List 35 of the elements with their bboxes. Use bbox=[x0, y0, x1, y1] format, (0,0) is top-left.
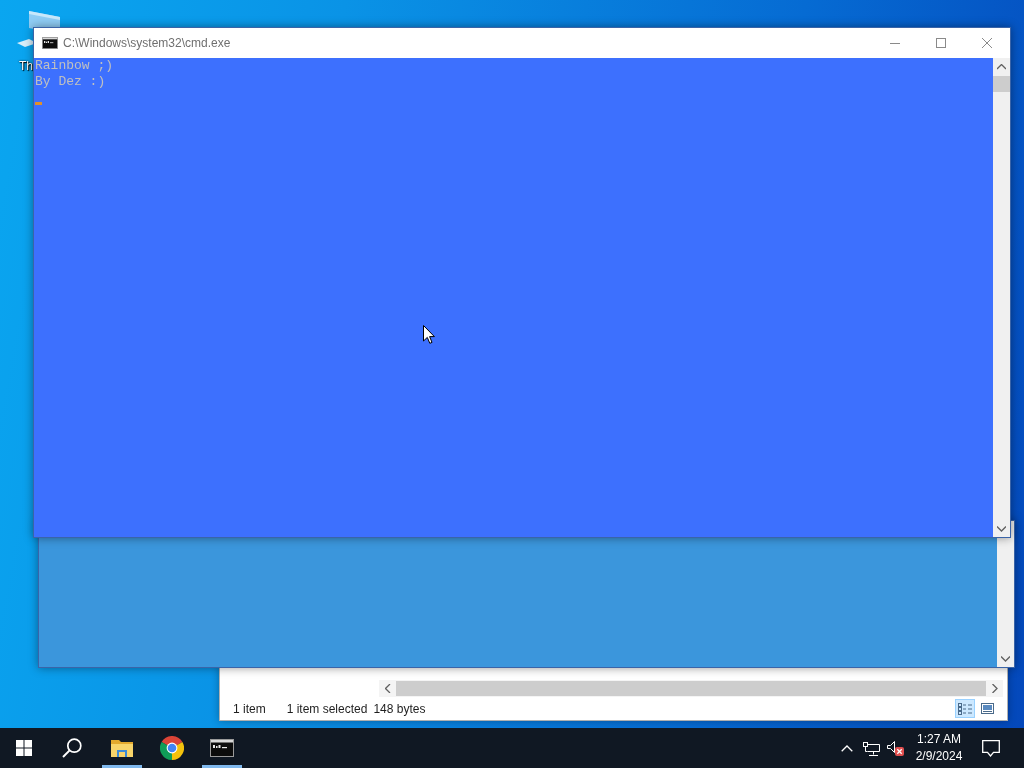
view-button[interactable] bbox=[955, 699, 975, 718]
terminal-icon bbox=[210, 739, 234, 757]
console-line: Rainbow ;) bbox=[35, 58, 113, 74]
scroll-left-icon[interactable] bbox=[384, 684, 391, 693]
horizontal-scrollbar[interactable] bbox=[379, 680, 1003, 697]
windows-logo-icon bbox=[16, 740, 32, 756]
picture-view-icon bbox=[980, 703, 994, 714]
scroll-down-icon[interactable] bbox=[1001, 655, 1010, 662]
mouse-pointer-icon bbox=[423, 325, 435, 344]
scroll-down-icon[interactable] bbox=[997, 525, 1006, 532]
maximize-icon bbox=[936, 38, 946, 48]
selection-status: 1 item selected bbox=[286, 701, 368, 716]
item-count: 1 item bbox=[233, 701, 266, 716]
volume-muted-icon[interactable] bbox=[886, 740, 904, 756]
console-line: By Dez :) bbox=[35, 74, 106, 90]
chrome-icon bbox=[160, 736, 184, 760]
scroll-up-icon[interactable] bbox=[997, 63, 1006, 70]
chevron-up-icon[interactable] bbox=[841, 744, 853, 752]
text-cursor-icon bbox=[35, 102, 42, 105]
scroll-thumb[interactable] bbox=[993, 76, 1010, 92]
vertical-scrollbar[interactable] bbox=[997, 521, 1014, 667]
vertical-scrollbar[interactable] bbox=[993, 58, 1010, 537]
folder-icon bbox=[111, 739, 133, 757]
close-icon bbox=[982, 38, 992, 48]
terminal-icon bbox=[42, 37, 58, 49]
file-size: 148 bytes bbox=[373, 701, 426, 716]
scroll-right-icon[interactable] bbox=[991, 684, 998, 693]
clock-button[interactable]: 1:27 AM 2/9/2024 bbox=[907, 728, 971, 768]
minimize-icon bbox=[890, 42, 900, 44]
search-icon bbox=[62, 738, 82, 758]
window-title: C:\Windows\system32\cmd.exe bbox=[63, 36, 231, 50]
scroll-thumb[interactable] bbox=[396, 681, 986, 696]
details-view-icon bbox=[958, 702, 972, 715]
network-icon[interactable] bbox=[862, 740, 880, 756]
notification-icon[interactable] bbox=[982, 739, 1000, 757]
